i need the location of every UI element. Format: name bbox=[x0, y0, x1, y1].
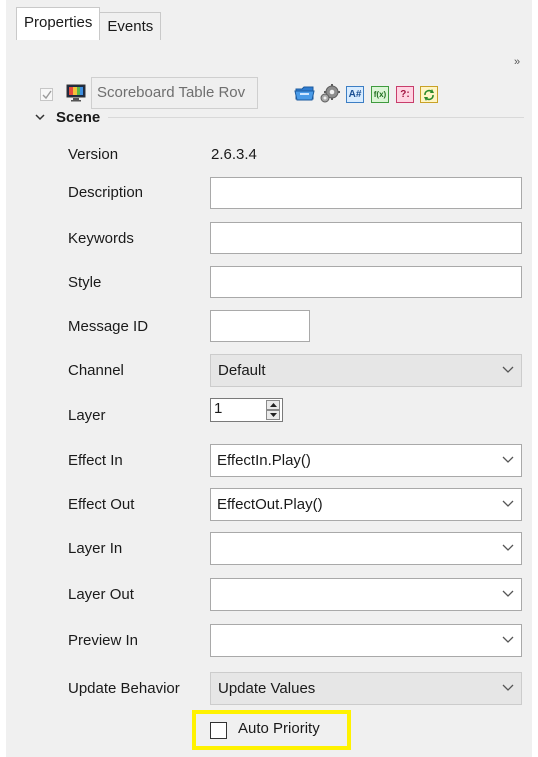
toolbar-overflow-button[interactable]: » bbox=[514, 56, 520, 68]
update-behavior-value: Update Values bbox=[218, 680, 316, 697]
description-label: Description bbox=[68, 184, 144, 201]
effect-in-value[interactable]: EffectIn.Play() bbox=[217, 445, 311, 476]
gears-icon[interactable] bbox=[319, 82, 341, 104]
preview-in-combo[interactable] bbox=[210, 624, 522, 657]
description-field[interactable] bbox=[210, 177, 522, 209]
chevron-down-icon[interactable] bbox=[502, 544, 514, 552]
refresh-icon[interactable] bbox=[420, 86, 438, 103]
update-behavior-label: Update Behavior bbox=[68, 680, 180, 697]
auto-priority-checkbox[interactable] bbox=[210, 722, 227, 739]
style-label: Style bbox=[68, 274, 102, 291]
channel-value: Default bbox=[218, 362, 266, 379]
style-field[interactable] bbox=[210, 266, 522, 298]
chevron-down-icon[interactable] bbox=[502, 590, 514, 598]
version-label: Version bbox=[68, 146, 119, 163]
tab-events[interactable]: Events bbox=[99, 12, 162, 40]
layer-label: Layer bbox=[68, 407, 106, 424]
update-behavior-dropdown[interactable]: Update Values bbox=[210, 672, 522, 705]
channel-dropdown[interactable]: Default bbox=[210, 354, 522, 387]
triangle-up-icon bbox=[270, 403, 277, 407]
tab-strip: Properties Events bbox=[16, 6, 162, 40]
checkmark-icon bbox=[42, 90, 52, 100]
message-id-field[interactable] bbox=[210, 310, 310, 342]
layer-out-label: Layer Out bbox=[68, 586, 134, 603]
scene-name-field[interactable]: Scoreboard Table Rov bbox=[91, 77, 258, 109]
layer-out-combo[interactable] bbox=[210, 578, 522, 611]
chevron-down-icon bbox=[35, 114, 45, 121]
effect-out-value[interactable]: EffectOut.Play() bbox=[217, 489, 323, 520]
question-icon[interactable]: ?: bbox=[396, 86, 414, 103]
effect-in-label: Effect In bbox=[68, 452, 123, 469]
effect-out-label: Effect Out bbox=[68, 496, 135, 513]
spinner-buttons bbox=[266, 400, 280, 420]
effect-out-combo[interactable]: EffectOut.Play() bbox=[210, 488, 522, 521]
chevron-down-icon[interactable] bbox=[502, 636, 514, 644]
layer-in-combo[interactable] bbox=[210, 532, 522, 565]
scene-enabled-checkbox[interactable] bbox=[40, 88, 53, 101]
keywords-field[interactable] bbox=[210, 222, 522, 254]
monitor-icon bbox=[66, 84, 86, 102]
chevron-down-icon[interactable] bbox=[502, 456, 514, 464]
chevron-down-icon bbox=[502, 684, 514, 691]
keywords-label: Keywords bbox=[68, 230, 134, 247]
layer-value: 1 bbox=[214, 400, 223, 417]
scene-section-header[interactable]: Scene bbox=[34, 106, 524, 128]
auto-priority-label[interactable]: Auto Priority bbox=[238, 720, 320, 737]
spinner-down-button[interactable] bbox=[266, 410, 280, 420]
channel-label: Channel bbox=[68, 362, 124, 379]
tab-properties[interactable]: Properties bbox=[16, 7, 101, 40]
preview-in-label: Preview In bbox=[68, 632, 139, 649]
section-title: Scene bbox=[56, 108, 101, 126]
layer-in-label: Layer In bbox=[68, 540, 123, 557]
function-icon[interactable]: f(x) bbox=[371, 86, 389, 103]
message-id-label: Message ID bbox=[68, 318, 149, 335]
folder-icon[interactable] bbox=[294, 83, 316, 103]
chevron-down-icon[interactable] bbox=[502, 500, 514, 508]
section-divider bbox=[108, 117, 524, 118]
string-format-icon[interactable]: A# bbox=[346, 86, 364, 103]
effect-in-combo[interactable]: EffectIn.Play() bbox=[210, 444, 522, 477]
version-value: 2.6.3.4 bbox=[211, 146, 257, 163]
chevron-down-icon bbox=[502, 366, 514, 373]
spinner-up-button[interactable] bbox=[266, 400, 280, 410]
triangle-down-icon bbox=[270, 413, 277, 417]
layer-spinner[interactable]: 1 bbox=[210, 398, 283, 422]
properties-panel: Properties Events Scoreboard Table Rov A… bbox=[6, 0, 532, 757]
